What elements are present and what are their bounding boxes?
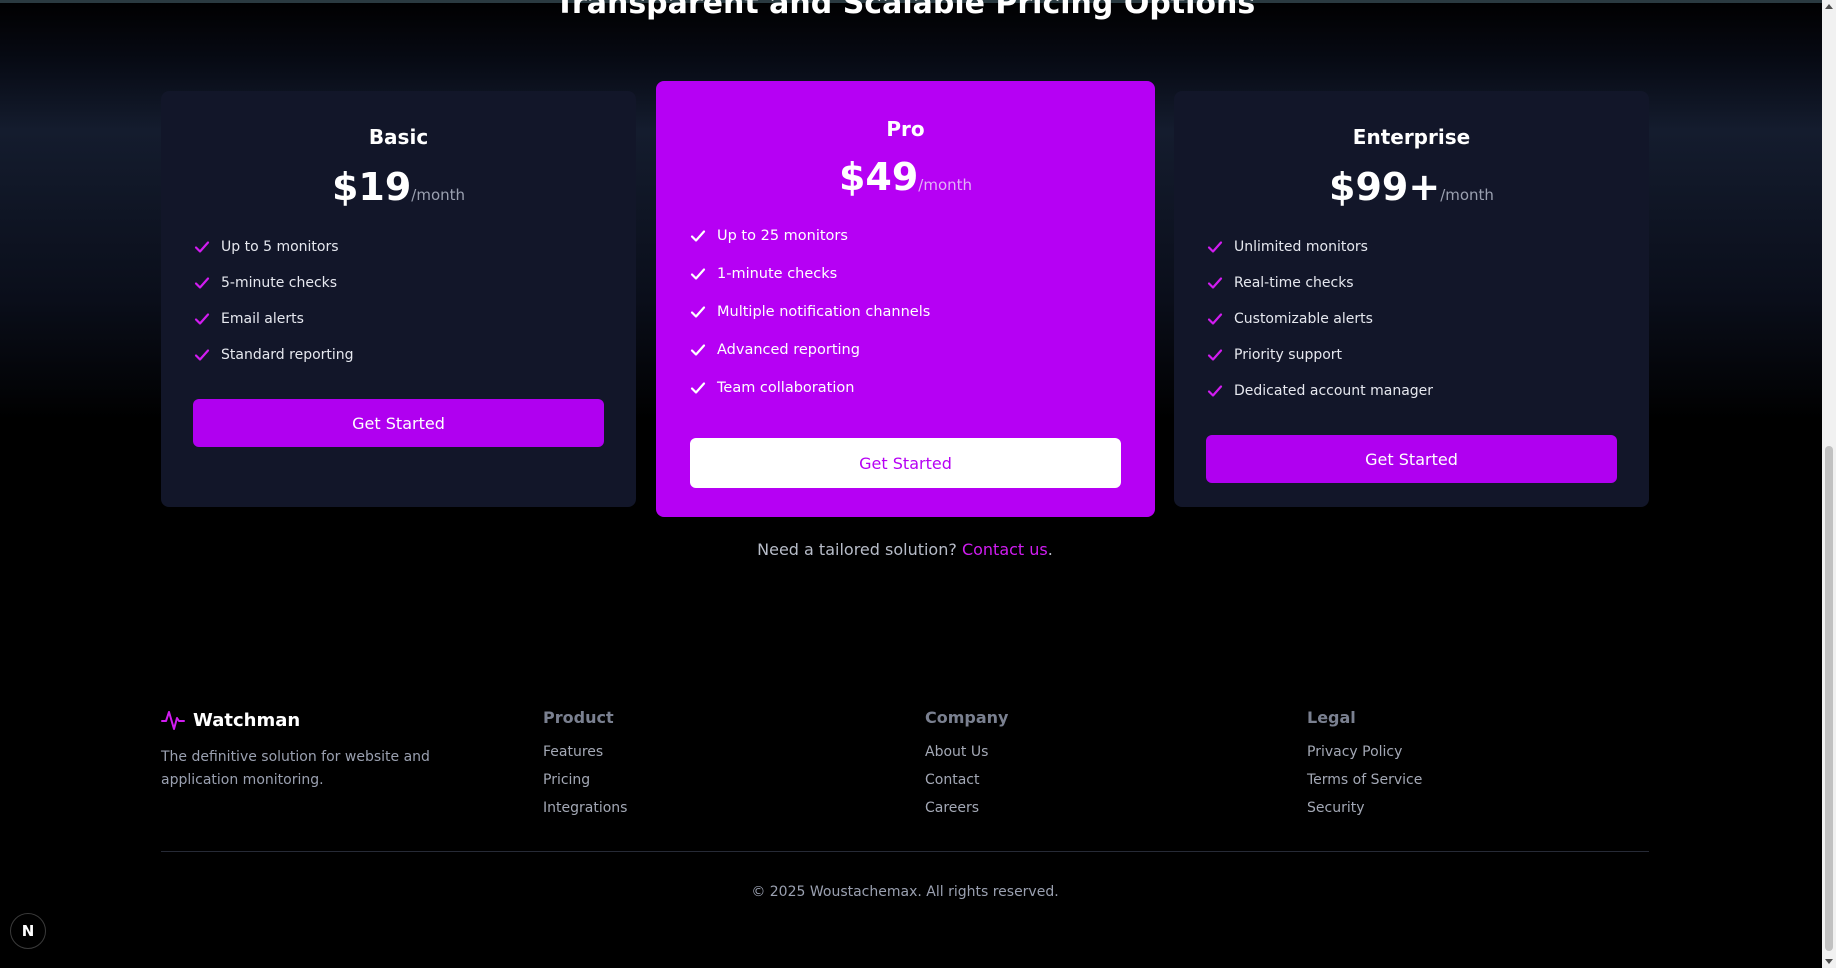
feature-item: Standard reporting	[194, 337, 636, 373]
price-row: $49/month	[656, 155, 1155, 207]
feature-item: 1-minute checks	[690, 255, 1155, 293]
check-icon	[690, 344, 706, 356]
footer-column-title: Legal	[1307, 708, 1356, 727]
feature-label: Up to 25 monitors	[717, 228, 848, 244]
contact-us-link[interactable]: Contact us	[962, 540, 1048, 559]
tailored-end: .	[1047, 540, 1053, 559]
pricing-card-pro: Pro $49/month Up to 25 monitors 1-minute…	[656, 81, 1155, 517]
plan-price: $49	[838, 155, 919, 199]
feature-item: Team collaboration	[690, 369, 1155, 407]
feature-label: Email alerts	[221, 311, 304, 327]
check-icon	[1207, 241, 1223, 253]
plan-period: /month	[1440, 186, 1494, 204]
price-row: $19/month	[161, 165, 636, 217]
check-icon	[1207, 313, 1223, 325]
brand-row[interactable]: Watchman	[161, 708, 501, 732]
check-icon	[194, 241, 210, 253]
tailored-solution-text: Need a tailored solution? Contact us.	[0, 540, 1810, 559]
feature-list: Up to 25 monitors 1-minute checks Multip…	[656, 217, 1155, 407]
feature-label: Customizable alerts	[1234, 311, 1373, 327]
feature-item: 5-minute checks	[194, 265, 636, 301]
check-icon	[690, 306, 706, 318]
feature-item: Multiple notification channels	[690, 293, 1155, 331]
feature-label: Advanced reporting	[717, 342, 860, 358]
pulse-icon	[161, 711, 185, 730]
check-icon	[194, 277, 210, 289]
footer-link-contact[interactable]: Contact	[925, 766, 1008, 794]
check-icon	[194, 349, 210, 361]
footer-link-features[interactable]: Features	[543, 738, 627, 766]
footer-link-integrations[interactable]: Integrations	[543, 794, 627, 822]
get-started-button-basic[interactable]: Get Started	[193, 399, 604, 447]
section-title: Transparent and Scalable Pricing Options	[554, 0, 1256, 21]
feature-item: Up to 5 monitors	[194, 229, 636, 265]
feature-label: Unlimited monitors	[1234, 239, 1368, 255]
plan-period: /month	[918, 176, 973, 194]
feature-list: Up to 5 monitors 5-minute checks Email a…	[161, 229, 636, 373]
pricing-card-basic: Basic $19/month Up to 5 monitors 5-minut…	[161, 91, 636, 507]
footer-column-company: Company About Us Contact Careers	[925, 708, 1008, 822]
feature-label: Dedicated account manager	[1234, 383, 1434, 399]
feature-item: Advanced reporting	[690, 331, 1155, 369]
feature-label: 5-minute checks	[221, 275, 338, 291]
footer-column-title: Company	[925, 708, 1009, 727]
feature-label: 1-minute checks	[717, 266, 838, 282]
feature-label: Multiple notification channels	[717, 304, 931, 320]
footer-link-terms-of-service[interactable]: Terms of Service	[1307, 766, 1422, 794]
feature-label: Up to 5 monitors	[221, 239, 339, 255]
feature-label: Priority support	[1234, 347, 1343, 363]
nextjs-dev-badge[interactable]: N	[10, 913, 46, 949]
footer-column-product: Product Features Pricing Integrations	[543, 708, 627, 822]
feature-label: Standard reporting	[221, 347, 354, 363]
feature-label: Team collaboration	[717, 380, 855, 396]
copyright-text: © 2025 Woustachemax. All rights reserved…	[751, 884, 1059, 900]
price-row: $99+/month	[1174, 165, 1649, 217]
scroll-down-arrow-icon[interactable]	[1825, 959, 1833, 964]
footer-link-privacy-policy[interactable]: Privacy Policy	[1307, 738, 1422, 766]
scroll-up-arrow-icon[interactable]	[1825, 4, 1833, 9]
scrollbar-thumb[interactable]	[1825, 446, 1833, 951]
footer-column-legal: Legal Privacy Policy Terms of Service Se…	[1307, 708, 1422, 822]
vertical-scrollbar[interactable]	[1822, 0, 1836, 968]
footer-brand: Watchman The definitive solution for web…	[161, 708, 501, 792]
check-icon	[690, 382, 706, 394]
footer-link-pricing[interactable]: Pricing	[543, 766, 627, 794]
feature-item: Priority support	[1207, 337, 1649, 373]
plan-name: Enterprise	[1352, 125, 1471, 149]
feature-item: Email alerts	[194, 301, 636, 337]
footer-link-careers[interactable]: Careers	[925, 794, 1008, 822]
tailored-label: Need a tailored solution?	[757, 540, 957, 559]
check-icon	[1207, 349, 1223, 361]
footer-link-about-us[interactable]: About Us	[925, 738, 1008, 766]
brand-name: Watchman	[193, 709, 301, 731]
feature-list: Unlimited monitors Real-time checks Cust…	[1174, 229, 1649, 409]
plan-price: $99+	[1329, 165, 1441, 209]
plan-name: Pro	[886, 117, 925, 141]
feature-item: Real-time checks	[1207, 265, 1649, 301]
feature-item: Unlimited monitors	[1207, 229, 1649, 265]
check-icon	[1207, 277, 1223, 289]
feature-item: Customizable alerts	[1207, 301, 1649, 337]
footer-column-title: Product	[543, 708, 614, 727]
check-icon	[1207, 385, 1223, 397]
pricing-card-enterprise: Enterprise $99+/month Unlimited monitors…	[1174, 91, 1649, 507]
plan-price: $19	[331, 165, 412, 209]
check-icon	[690, 268, 706, 280]
footer-link-security[interactable]: Security	[1307, 794, 1422, 822]
plan-period: /month	[411, 186, 466, 204]
plan-name: Basic	[368, 125, 429, 149]
feature-label: Real-time checks	[1234, 275, 1354, 291]
get-started-button-pro[interactable]: Get Started	[690, 438, 1121, 488]
brand-description: The definitive solution for website and …	[161, 749, 430, 788]
feature-item: Dedicated account manager	[1207, 373, 1649, 409]
page: Transparent and Scalable Pricing Options…	[0, 0, 1836, 968]
check-icon	[194, 313, 210, 325]
get-started-button-enterprise[interactable]: Get Started	[1206, 435, 1617, 483]
feature-item: Up to 25 monitors	[690, 217, 1155, 255]
check-icon	[690, 230, 706, 242]
footer-divider	[161, 851, 1649, 852]
